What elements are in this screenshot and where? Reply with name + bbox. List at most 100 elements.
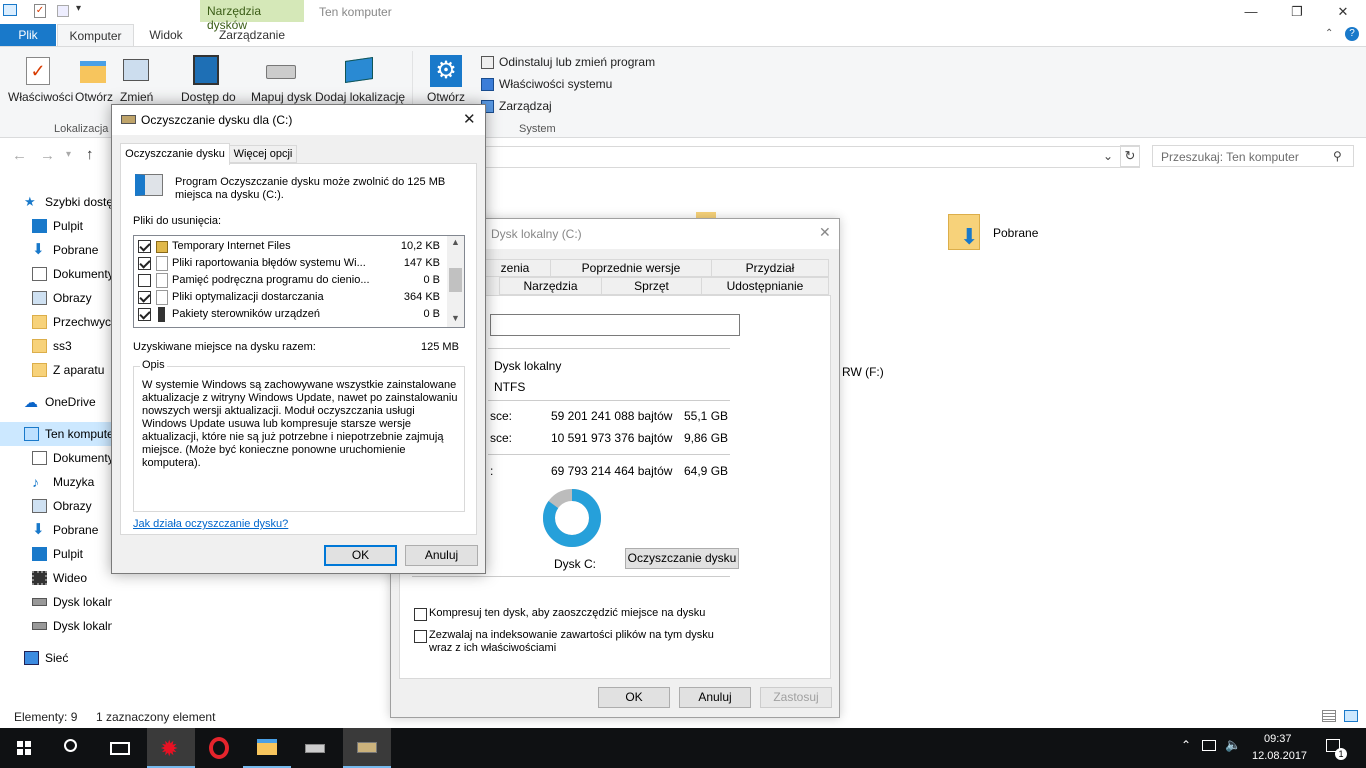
tab-view[interactable]: Widok [136, 24, 196, 46]
tab-security-partial[interactable]: zenia [479, 259, 551, 277]
drive-name-input[interactable] [490, 314, 740, 336]
taskbar-app-settings[interactable]: ✹ [147, 728, 195, 768]
taskbar-app-disk-cleanup[interactable] [343, 728, 391, 768]
uninstall-button[interactable]: Odinstaluj lub zmień program [499, 55, 655, 69]
tray-chevron-icon[interactable]: ⌃ [1181, 738, 1191, 752]
index-checkbox[interactable] [414, 630, 427, 643]
history-chevron-icon[interactable]: ▾ [66, 149, 71, 160]
clock-time[interactable]: 09:37 [1264, 733, 1292, 745]
system-properties-button[interactable]: Właściwości systemu [499, 77, 612, 91]
properties-quick-icon[interactable]: ✓ [34, 4, 46, 18]
taskbar-app-drive[interactable] [291, 728, 339, 768]
chevron-down-icon[interactable]: ▾ [76, 3, 81, 14]
cleanup-close-icon[interactable]: ✕ [463, 110, 476, 128]
nav-pc-muzyka[interactable]: ♪ Muzyka [0, 470, 112, 494]
clock-date[interactable]: 12.08.2017 [1252, 750, 1307, 762]
scroll-up-icon[interactable]: ▲ [451, 237, 460, 247]
close-button[interactable]: ✕ [1320, 0, 1366, 24]
address-dropdown-icon[interactable]: ⌄ [1103, 149, 1113, 163]
nav-quick-access[interactable]: ★ Szybki dostęp [0, 190, 112, 214]
compress-checkbox[interactable] [414, 608, 427, 621]
nav-onedrive[interactable]: ☁ OneDrive [0, 390, 112, 414]
tab-tools[interactable]: Narzędzia [499, 277, 602, 295]
files-scrollbar[interactable]: ▲ ▼ [447, 236, 464, 327]
search-input[interactable]: Przeszukaj: Ten komputer ⚲ [1152, 145, 1354, 167]
network-tray-icon[interactable] [1202, 740, 1216, 751]
large-icons-view-icon[interactable] [1344, 710, 1358, 722]
file-checkbox[interactable] [138, 308, 151, 321]
minimize-button[interactable]: — [1228, 0, 1274, 24]
properties-button[interactable]: Właściwości [8, 90, 73, 104]
props-ok-button[interactable]: OK [598, 687, 670, 708]
nav-pc-pobrane[interactable]: ⬇ Pobrane [0, 518, 112, 542]
volume-tray-icon[interactable]: 🔈 [1225, 737, 1241, 753]
nav-pc-drive-c[interactable]: Dysk lokalny (C:) [0, 590, 112, 614]
nav-item-dokumenty[interactable]: Dokumenty [0, 262, 112, 286]
file-checkbox[interactable] [138, 240, 151, 253]
taskbar-app-opera[interactable] [195, 728, 243, 768]
list-item[interactable]: Temporary Internet Files 10,2 KB [134, 238, 440, 255]
nav-item-pulpit[interactable]: Pulpit [0, 214, 112, 238]
tab-file[interactable]: Plik [0, 24, 56, 46]
nav-item-z-aparatu[interactable]: Z aparatu [0, 358, 112, 382]
nav-network[interactable]: Sieć [0, 646, 112, 670]
start-button[interactable] [0, 728, 48, 768]
props-cancel-button[interactable]: Anuluj [679, 687, 751, 708]
add-location-button[interactable]: Dodaj lokalizację [315, 90, 405, 104]
open-button[interactable]: Otwórz [75, 90, 113, 104]
up-arrow-icon[interactable]: ↑ [86, 146, 94, 163]
scroll-down-icon[interactable]: ▼ [451, 313, 460, 323]
cleanup-cancel-button[interactable]: Anuluj [405, 545, 478, 566]
file-checkbox[interactable] [138, 257, 151, 270]
refresh-icon[interactable]: ↻ [1120, 145, 1140, 167]
file-checkbox[interactable] [138, 291, 151, 304]
back-arrow-icon[interactable]: ← [12, 147, 27, 164]
search-taskbar-button[interactable] [48, 728, 96, 768]
new-folder-quick-icon[interactable] [57, 5, 69, 17]
props-apply-button[interactable]: Zastosuj [760, 687, 832, 708]
tab-previous-versions[interactable]: Poprzednie wersje [550, 259, 712, 277]
folder-pobrane[interactable]: ⬇ Pobrane [946, 212, 1056, 256]
file-checkbox[interactable] [138, 274, 151, 287]
scroll-thumb[interactable] [449, 268, 462, 292]
tab-sharing[interactable]: Udostępnianie [701, 277, 829, 295]
forward-arrow-icon[interactable]: → [40, 147, 55, 164]
list-item[interactable]: Pakiety sterowników urządzeń 0 B [134, 306, 440, 323]
list-item[interactable]: Pliki raportowania błędów systemu Wi... … [134, 255, 440, 272]
open-settings-button[interactable]: Otwórz [427, 90, 465, 104]
nav-pc-pulpit[interactable]: Pulpit [0, 542, 112, 566]
map-drive-button[interactable]: Mapuj dysk [251, 90, 312, 104]
drive-f-label[interactable]: RW (F:) [842, 365, 884, 379]
help-link[interactable]: Jak działa oczyszczanie dysku? [133, 518, 288, 530]
tab-quota[interactable]: Przydział [711, 259, 829, 277]
props-close-icon[interactable]: ✕ [819, 224, 831, 241]
nav-item-ss3[interactable]: ss3 [0, 334, 112, 358]
cleanup-ok-button[interactable]: OK [324, 545, 397, 566]
tab-computer[interactable]: Komputer [57, 24, 134, 46]
tab-more-options[interactable]: Więcej opcji [229, 145, 297, 163]
nav-item-pobrane[interactable]: ⬇ Pobrane [0, 238, 112, 262]
tab-hardware[interactable]: Sprzęt [601, 277, 702, 295]
list-item[interactable]: Pliki optymalizacji dostarczania 364 KB [134, 289, 440, 306]
list-item[interactable]: Pamięć podręczna programu do cienio... 0… [134, 272, 440, 289]
rename-button[interactable]: Zmień [120, 90, 153, 104]
address-input[interactable]: ⌄ [460, 146, 1140, 168]
taskbar-app-explorer[interactable] [243, 728, 291, 768]
media-access-button[interactable]: Dostęp do [181, 90, 236, 104]
maximize-button[interactable]: ❐ [1274, 0, 1320, 24]
nav-pc-wideo[interactable]: Wideo [0, 566, 112, 590]
nav-item-przechwyco[interactable]: Przechwyco [0, 310, 112, 334]
tab-manage[interactable]: Zarządzanie [201, 24, 303, 46]
disk-cleanup-button[interactable]: Oczyszczanie dysku [625, 548, 739, 569]
manage-button[interactable]: Zarządzaj [499, 99, 552, 113]
nav-pc-drive-e[interactable]: Dysk lokalny (E:) [0, 614, 112, 638]
tab-disk-cleanup[interactable]: Oczyszczanie dysku [120, 143, 230, 165]
help-icon[interactable]: ? [1345, 27, 1359, 41]
nav-pc-obrazy[interactable]: Obrazy [0, 494, 112, 518]
nav-pc-dokumenty[interactable]: Dokumenty [0, 446, 112, 470]
chevron-up-icon[interactable]: ⌃ [1325, 28, 1333, 39]
task-view-button[interactable] [96, 728, 144, 768]
nav-item-obrazy[interactable]: Obrazy [0, 286, 112, 310]
nav-this-pc[interactable]: Ten komputer [0, 422, 112, 446]
details-view-icon[interactable] [1322, 710, 1336, 722]
